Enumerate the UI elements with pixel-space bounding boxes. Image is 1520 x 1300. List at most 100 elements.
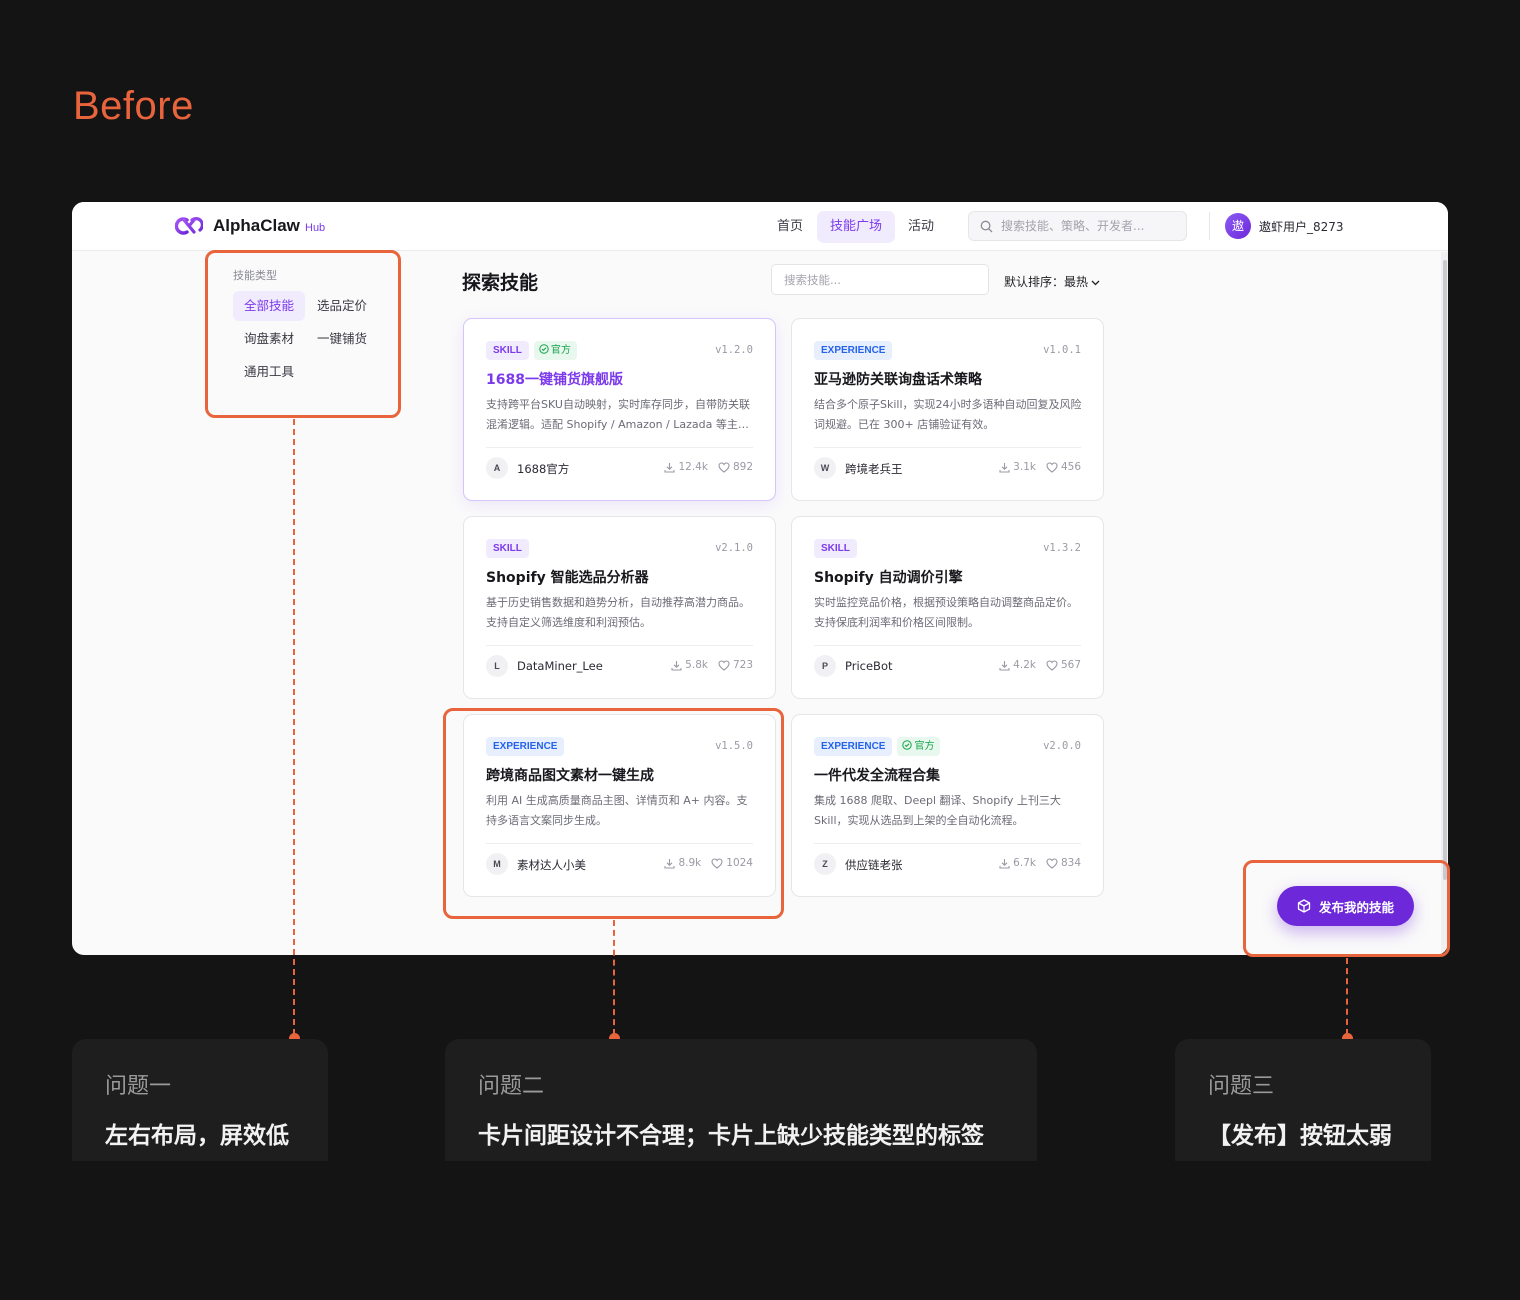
search-icon	[980, 220, 993, 233]
issue-label: 问题二	[478, 1074, 545, 1099]
scrollbar-thumb[interactable]	[1443, 260, 1447, 880]
download-icon	[999, 462, 1010, 473]
navbar-divider	[1209, 212, 1210, 240]
issue-card-3: 问题三 【发布】按钮太弱	[1175, 1039, 1431, 1161]
heart-icon	[1046, 461, 1058, 473]
card-description: 支持跨平台SKU自动映射，实时库存同步，自带防关联混淆逻辑。适配 Shopify…	[486, 398, 750, 431]
issue-text: 【发布】按钮太弱	[1208, 1123, 1392, 1149]
like-count-value: 723	[732, 659, 753, 671]
issue-text: 卡片间距设计不合理；卡片上缺少技能类型的标签	[478, 1123, 984, 1149]
card-title[interactable]: 1688一键铺货旗舰版	[486, 369, 623, 389]
heart-icon	[718, 461, 730, 473]
author-name[interactable]: DataMiner_Lee	[517, 659, 603, 673]
like-count[interactable]: 892	[718, 461, 753, 473]
like-count-value: 567	[1060, 659, 1081, 671]
type-tag: SKILL	[486, 341, 529, 360]
card-divider	[814, 645, 1081, 646]
download-icon	[664, 462, 676, 473]
card-description: 集成 1688 爬取、Deepl 翻译、Shopify 上刊三大Skill，实现…	[814, 794, 1061, 827]
author-avatar: L	[486, 655, 508, 677]
card-title[interactable]: 亚马逊防关联询盘话术策略	[814, 369, 982, 389]
annotation-connector-2	[613, 920, 615, 1035]
like-count[interactable]: 723	[718, 659, 753, 671]
download-count-value: 5.8k	[685, 659, 708, 671]
skill-search[interactable]	[771, 264, 989, 295]
sort-dropdown[interactable]: 默认排序：最热	[1004, 273, 1100, 290]
annotation-connector-1	[293, 419, 295, 1035]
download-count-value: 6.7k	[1013, 857, 1036, 869]
card-version: v1.0.1	[1043, 344, 1081, 356]
card-description: 基于历史销售数据和趋势分析，自动推荐高潜力商品。支持自定义筛选维度和利润预估。	[486, 596, 750, 629]
before-heading: Before	[73, 84, 194, 128]
card-tags: SKILL	[486, 539, 534, 559]
skill-card[interactable]: EXPERIENCE v1.0.1 亚马逊防关联询盘话术策略结合多个原子Skill，…	[791, 318, 1104, 501]
author-name[interactable]: 供应链老张	[845, 857, 903, 873]
card-stats: 6.7k 834	[989, 857, 1081, 869]
like-count[interactable]: 456	[1046, 461, 1081, 473]
card-stats: 5.8k 723	[661, 659, 753, 671]
download-count-value: 4.2k	[1013, 659, 1036, 671]
author-avatar: W	[814, 457, 836, 479]
issue-text: 左右布局，屏效低	[105, 1123, 289, 1149]
annotation-box-card	[443, 708, 784, 919]
like-count[interactable]: 567	[1046, 659, 1081, 671]
heart-icon	[1046, 659, 1058, 671]
card-stats: 12.4k 892	[654, 461, 753, 473]
download-count: 3.1k	[999, 461, 1036, 473]
card-title[interactable]: Shopify 智能选品分析器	[486, 567, 649, 587]
download-icon	[999, 660, 1010, 671]
user-avatar[interactable]: 遨	[1225, 213, 1251, 239]
download-count-value: 12.4k	[678, 461, 708, 473]
official-badge-label: 官方	[550, 345, 571, 356]
download-count-value: 3.1k	[1013, 461, 1036, 473]
issue-card-2: 问题二 卡片间距设计不合理；卡片上缺少技能类型的标签	[445, 1039, 1037, 1161]
sort-label: 默认排序：最热	[1004, 275, 1089, 289]
download-count: 6.7k	[999, 857, 1036, 869]
download-count: 12.4k	[664, 461, 708, 473]
heart-icon	[718, 659, 730, 671]
annotation-connector-3	[1346, 958, 1348, 1035]
author-avatar: Z	[814, 853, 836, 875]
type-tag: SKILL	[814, 539, 857, 558]
type-tag: SKILL	[486, 539, 529, 558]
official-badge-label: 官方	[914, 741, 935, 752]
skill-card[interactable]: SKILL v2.1.0 Shopify 智能选品分析器 基于历史销售数据和趋势分析，…	[463, 516, 776, 699]
author-name[interactable]: 1688官方	[517, 461, 569, 477]
download-icon	[671, 660, 682, 671]
user-name[interactable]: 遨虾用户_8273	[1259, 218, 1344, 235]
issue-card-1: 问题一 左右布局，屏效低	[72, 1039, 328, 1161]
page-title: 探索技能	[462, 272, 539, 294]
skill-card[interactable]: EXPERIENCE 官方 v2.0.0 一件代发全流程合集 集成 1688 爬取、De…	[791, 714, 1104, 897]
card-tags: SKILL	[814, 539, 862, 559]
top-navbar: AlphaClaw Hub 首页 技能广场 活动 遨 遨虾用户_8273	[72, 202, 1448, 251]
nav-activity[interactable]: 活动	[895, 211, 947, 243]
heart-icon	[1046, 857, 1058, 869]
card-description: 结合多个原子Skill，实现24小时多语种自动回复及风险词规避。已在 300+ …	[814, 398, 1082, 431]
verified-check-icon	[902, 740, 913, 750]
card-stats: 3.1k 456	[989, 461, 1081, 473]
author-name[interactable]: 跨境老兵王	[845, 461, 903, 477]
type-tag: EXPERIENCE	[814, 341, 893, 360]
nav-home[interactable]: 首页	[764, 211, 816, 243]
official-badge: 官方	[897, 737, 941, 756]
skill-search-input[interactable]	[772, 265, 988, 294]
card-divider	[814, 843, 1081, 844]
like-count[interactable]: 834	[1046, 857, 1081, 869]
chevron-down-icon	[1091, 280, 1100, 285]
like-count-value: 456	[1060, 461, 1081, 473]
global-search[interactable]	[968, 211, 1187, 241]
annotation-box-sidebar	[205, 250, 401, 418]
card-divider	[486, 447, 753, 448]
author-avatar: P	[814, 655, 836, 677]
logo-name: AlphaClaw	[213, 216, 300, 235]
card-description: 实时监控竞品价格，根据预设策略自动调整商品定价。支持保底利润率和价格区间限制。	[814, 596, 1078, 629]
author-name[interactable]: PriceBot	[845, 659, 893, 673]
annotation-box-publish	[1243, 860, 1450, 957]
card-title[interactable]: 一件代发全流程合集	[814, 765, 940, 785]
nav-skill-plaza[interactable]: 技能广场	[817, 211, 896, 243]
global-search-input[interactable]	[1001, 212, 1181, 240]
download-icon	[999, 858, 1010, 869]
skill-card[interactable]: SKILL v1.3.2 Shopify 自动调价引擎 实时监控竞品价格，根据预设策略…	[791, 516, 1104, 699]
card-title[interactable]: Shopify 自动调价引擎	[814, 567, 963, 587]
skill-card[interactable]: SKILL 官方 v1.2.0 1688一键铺货旗舰版 支持跨平台SKU自动映射，实时库…	[463, 318, 776, 501]
